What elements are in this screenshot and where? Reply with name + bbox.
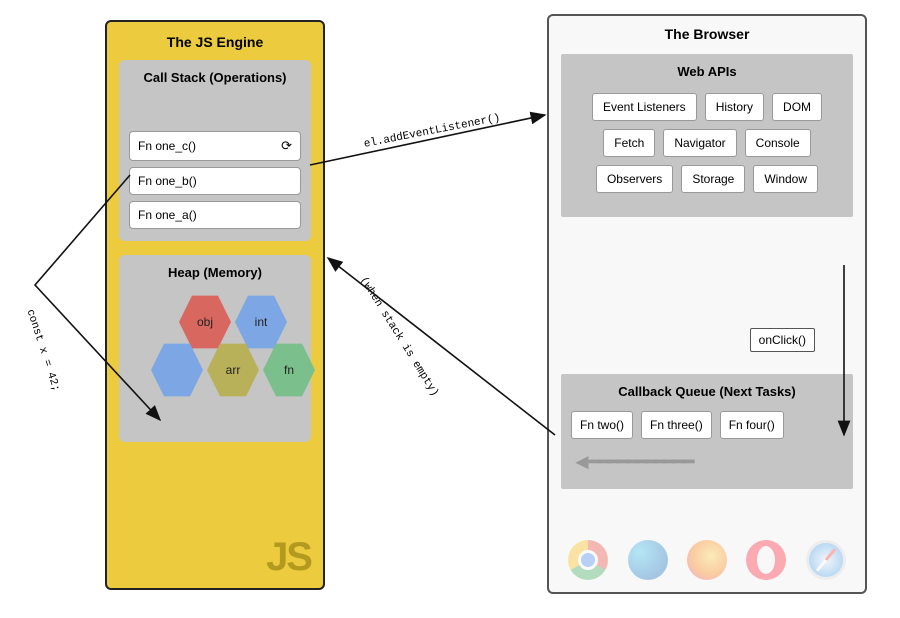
arrow-label-addeventlistener: el.addEventListener() [363, 113, 501, 151]
heap-hex-area: obj int arr fn [129, 292, 301, 432]
callback-queue-title: Callback Queue (Next Tasks) [571, 384, 843, 399]
arrow-label-constx: const x = 42; [24, 308, 62, 393]
refresh-icon: ⟳ [281, 138, 292, 154]
api-box: Fetch [603, 129, 655, 157]
js-engine-title: The JS Engine [119, 34, 311, 50]
chrome-icon [568, 540, 608, 580]
api-box: Navigator [663, 129, 736, 157]
heap-panel: Heap (Memory) obj int arr fn [119, 255, 311, 442]
stack-frame: Fn one_b() [129, 167, 301, 195]
heap-hex-fn: fn [263, 340, 315, 400]
js-engine-panel: The JS Engine Call Stack (Operations) Fn… [105, 20, 325, 590]
heap-hex-obj: obj [179, 292, 231, 352]
stack-frame-label: Fn one_a() [138, 208, 197, 222]
browser-title: The Browser [561, 26, 853, 42]
stack-frame-label: Fn one_c() [138, 139, 196, 153]
web-apis-panel: Web APIs Event Listeners History DOM Fet… [561, 54, 853, 217]
queue-item: Fn two() [571, 411, 633, 439]
api-box: Storage [681, 165, 745, 193]
queue-item: Fn three() [641, 411, 712, 439]
opera-icon [746, 540, 786, 580]
api-box: DOM [772, 93, 822, 121]
queue-item: Fn four() [720, 411, 784, 439]
heap-hex-int: int [235, 292, 287, 352]
api-box: Observers [596, 165, 673, 193]
call-stack-title: Call Stack (Operations) [129, 70, 301, 85]
heap-hex-arr: arr [207, 340, 259, 400]
api-box: History [705, 93, 764, 121]
heap-title: Heap (Memory) [129, 265, 301, 280]
browser-panel: The Browser Web APIs Event Listeners His… [547, 14, 867, 594]
js-badge: JS [266, 535, 311, 580]
stack-frame-label: Fn one_b() [138, 174, 197, 188]
edge-icon [628, 540, 668, 580]
api-box: Window [753, 165, 818, 193]
heap-hex-empty [151, 340, 203, 400]
callback-queue-panel: Callback Queue (Next Tasks) Fn two() Fn … [561, 374, 853, 489]
safari-icon [806, 540, 846, 580]
api-box: Console [745, 129, 811, 157]
stack-frame: Fn one_c() ⟳ [129, 131, 301, 161]
arrow-label-whenempty: (when stack is empty) [357, 275, 441, 399]
stack-frame: Fn one_a() [129, 201, 301, 229]
firefox-icon [687, 540, 727, 580]
web-apis-title: Web APIs [571, 64, 843, 79]
call-stack-panel: Call Stack (Operations) Fn one_c() ⟳ Fn … [119, 60, 311, 241]
onclick-label: onClick() [750, 328, 815, 352]
queue-direction-arrow-icon: ◄━━━━━━━━━━━ [571, 449, 843, 475]
api-box: Event Listeners [592, 93, 697, 121]
browser-icons-row [549, 540, 865, 580]
